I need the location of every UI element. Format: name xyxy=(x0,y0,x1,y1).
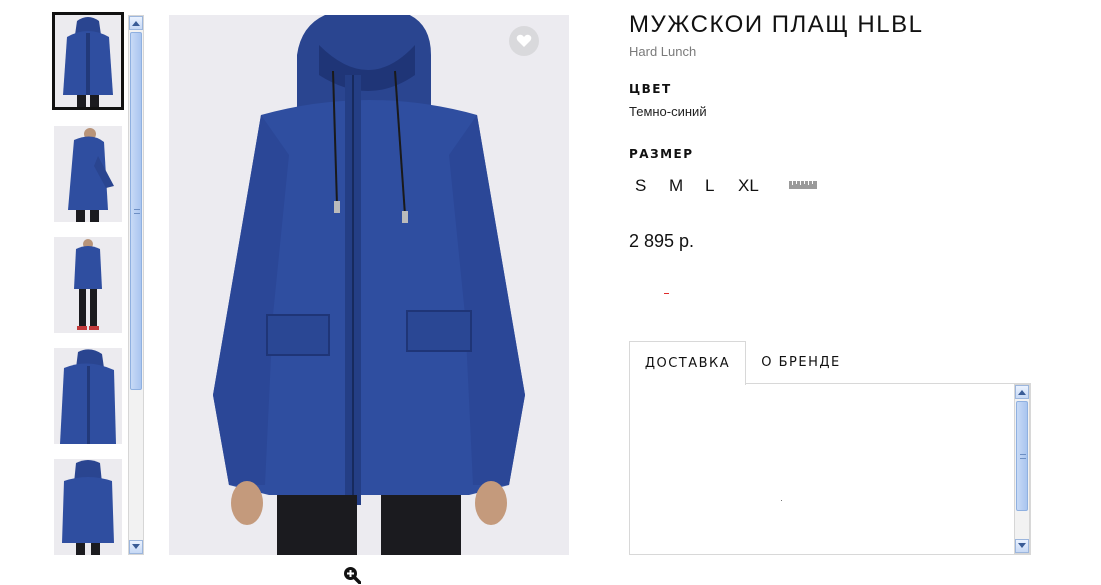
scroll-up-button[interactable] xyxy=(129,16,143,30)
favorite-button[interactable] xyxy=(509,26,539,56)
thumbnail-image xyxy=(54,126,122,222)
heart-icon xyxy=(516,34,532,47)
zoom-plus-icon[interactable] xyxy=(343,566,361,584)
color-label: ЦВЕТ xyxy=(629,82,672,96)
scrollbar-thumb[interactable] xyxy=(1016,401,1028,511)
size-option-m[interactable]: M xyxy=(669,176,683,196)
thumbnail-image xyxy=(54,237,122,333)
thumbnail-front[interactable] xyxy=(52,12,124,110)
scrollbar-grip-icon xyxy=(1020,454,1026,459)
tab-about-brand[interactable]: О БРЕНДЕ xyxy=(746,341,856,384)
thumbnail-side[interactable] xyxy=(54,126,122,222)
scrollbar-thumb[interactable] xyxy=(130,32,142,390)
thumbnail-image xyxy=(54,348,122,444)
thumbnail-full-body[interactable] xyxy=(54,237,122,333)
thumbnail-scrollbar[interactable] xyxy=(128,15,144,555)
color-value: Темно-синий xyxy=(629,104,707,119)
size-chart-ruler-icon[interactable] xyxy=(789,180,817,190)
size-label: РАЗМЕР xyxy=(629,147,694,161)
tab-panel-scrollbar[interactable] xyxy=(1014,384,1030,554)
chevron-up-icon xyxy=(132,21,140,26)
chevron-up-icon xyxy=(1018,390,1026,395)
tab-panel-delivery xyxy=(629,383,1031,555)
chevron-down-icon xyxy=(1018,543,1026,548)
size-option-l[interactable]: L xyxy=(705,176,714,196)
scroll-down-button[interactable] xyxy=(129,540,143,554)
thumbnail-image xyxy=(54,459,122,555)
panel-dot xyxy=(781,500,782,501)
scrollbar-grip-icon xyxy=(134,209,140,214)
main-product-image[interactable] xyxy=(169,15,569,555)
product-brand[interactable]: Hard Lunch xyxy=(629,44,696,59)
info-tabs: ДОСТАВКА О БРЕНДЕ xyxy=(629,341,1029,385)
jacket-photo xyxy=(169,15,569,555)
thumbnail-three-quarter[interactable] xyxy=(54,348,122,444)
size-option-xl[interactable]: XL xyxy=(738,176,759,196)
scroll-up-button[interactable] xyxy=(1015,385,1029,399)
sale-marker xyxy=(664,293,669,294)
thumbnail-image xyxy=(55,15,121,107)
scroll-down-button[interactable] xyxy=(1015,539,1029,553)
size-option-s[interactable]: S xyxy=(635,176,646,196)
thumbnail-back[interactable] xyxy=(54,459,122,555)
chevron-down-icon xyxy=(132,544,140,549)
tab-delivery[interactable]: ДОСТАВКА xyxy=(629,341,746,385)
product-price: 2 895 р. xyxy=(629,231,695,251)
product-title: МУЖСКОИ ПЛАЩ HLBL xyxy=(629,11,924,38)
